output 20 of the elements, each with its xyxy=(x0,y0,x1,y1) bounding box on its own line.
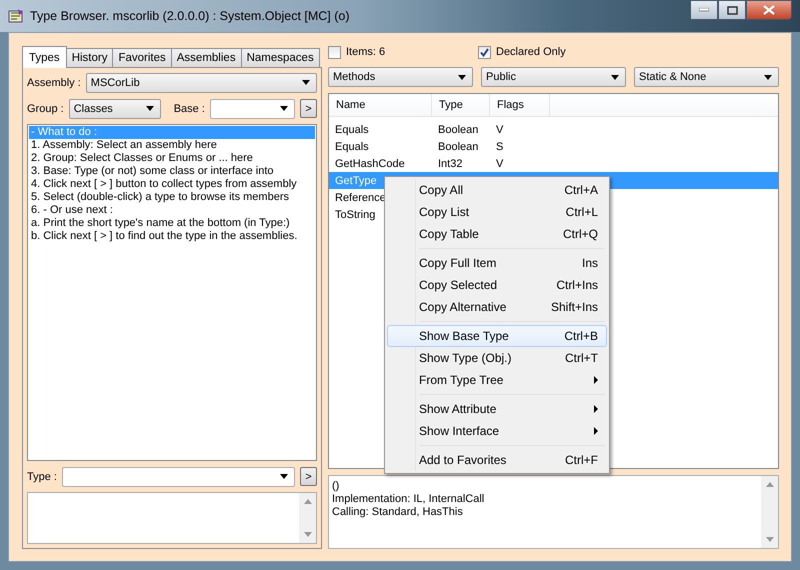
table-cell-text: Boolean xyxy=(437,124,480,136)
window-title: Type Browser. mscorlib (2.0.0.0) : System.Object [MC] (o) xyxy=(30,9,351,23)
details-line: Calling: Standard, HasThis xyxy=(332,506,463,519)
table-cell-text: S xyxy=(495,140,504,152)
table-cell-text: GetType xyxy=(334,174,378,186)
table-cell-text: V xyxy=(495,124,504,136)
checkbox-label: Items: 6 xyxy=(346,46,386,58)
details-line: () xyxy=(332,480,340,493)
field-label: Assembly : xyxy=(27,76,81,88)
table-cell-text: Int32 xyxy=(437,158,464,170)
table-cell-text: Equals xyxy=(334,124,370,136)
field-label: Base : xyxy=(174,102,205,114)
checkbox-label: Declared Only xyxy=(496,46,566,58)
table-cell-text: GetHashCode xyxy=(334,158,406,170)
details-line: Implementation: IL, InternalCall xyxy=(332,493,484,506)
table-cell-text: Equals xyxy=(334,140,370,152)
table-cell-text: V xyxy=(495,158,504,170)
field-label: Group : xyxy=(27,102,64,114)
table-cell-text: Boolean xyxy=(437,140,480,152)
field-label: Type : xyxy=(27,470,57,482)
